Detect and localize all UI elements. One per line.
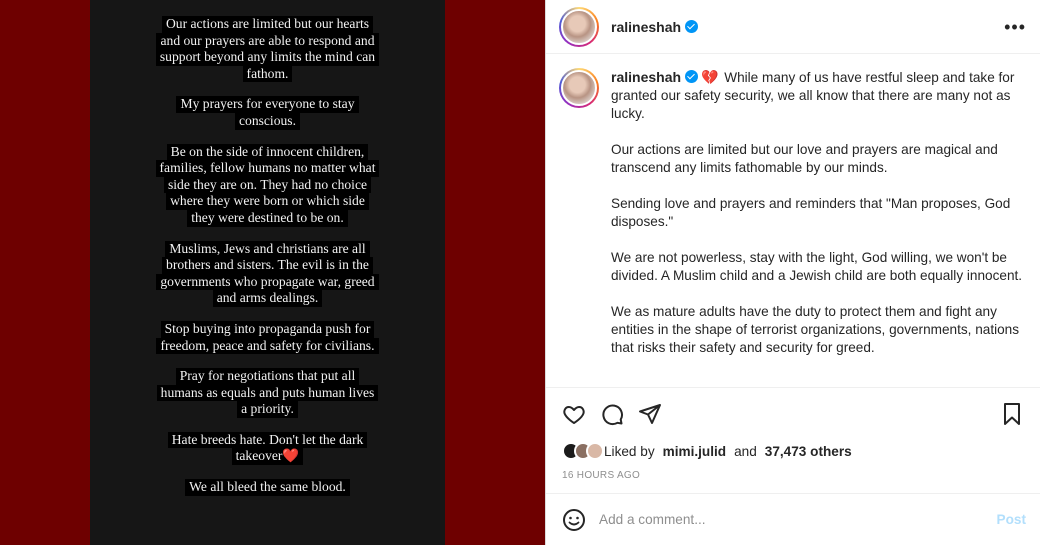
story-line: Pray for negotiations that put all [175, 368, 360, 385]
caption-text: ralineshah 💔 While many of us have restfu… [611, 68, 1027, 387]
caption: ralineshah 💔 While many of us have restfu… [546, 54, 1040, 388]
story-line: governments who propagate war, greed [156, 273, 379, 291]
story-line: support beyond any limits the mind can [155, 49, 380, 66]
header-username[interactable]: ralineshah [611, 19, 681, 35]
story-line: My prayers for everyone to stay [176, 96, 359, 113]
liker-avatars[interactable] [562, 442, 604, 460]
story-text: Our actions are limited but our hearts an… [90, 16, 445, 510]
comment-input[interactable] [599, 512, 997, 527]
post-sidebar: ralineshah ••• ralineshah 💔 While many of… [545, 0, 1040, 545]
story-line: conscious. [234, 112, 300, 130]
story-line: Our actions are limited but our hearts [161, 16, 374, 33]
broken-heart-emoji: 💔 [701, 69, 719, 85]
story-paragraph: Stop buying into propaganda push for free… [156, 320, 379, 355]
story-paragraph: My prayers for everyone to stay conscious… [176, 96, 359, 130]
verified-badge-icon [685, 70, 699, 83]
likes-prefix: Liked by [604, 443, 655, 459]
likes-joiner: and [734, 443, 757, 459]
caption-avatar[interactable] [559, 68, 599, 108]
story-line: side they are on. They had no choice [163, 176, 372, 194]
verified-badge-icon [685, 20, 699, 33]
story-line: and arms dealings. [212, 290, 323, 307]
share-send-icon[interactable] [638, 402, 662, 426]
action-bar [546, 388, 1040, 440]
caption-paragraph: We as mature adults have the duty to pro… [611, 304, 1020, 355]
likes-user-link[interactable]: mimi.julid [663, 444, 726, 459]
story-line: humans as equals and puts human lives [156, 384, 379, 402]
story-paragraph: Be on the side of innocent children, fami… [155, 143, 380, 227]
caption-username[interactable]: ralineshah [611, 69, 681, 85]
likes-row: Liked by mimi.julid and 37,473 others [546, 440, 1040, 462]
caption-paragraph: We are not powerless, stay with the ligh… [611, 250, 1023, 283]
post-timestamp[interactable]: 16 HOURS AGO [546, 462, 1040, 481]
caption-paragraph: Sending love and prayers and reminders t… [611, 196, 1011, 229]
story-line: families, fellow humans no matter what [155, 160, 380, 177]
story-line: brothers and sisters. The evil is in the [162, 257, 373, 274]
story-line: a priority. [237, 401, 298, 418]
post-header: ralineshah ••• [546, 0, 1040, 54]
story-paragraph: Hate breeds hate. Don't let the dark take… [167, 431, 368, 466]
story-line: Stop buying into propaganda push for [160, 320, 375, 338]
story-line: they were destined to be on. [187, 209, 348, 227]
post-button[interactable]: Post [997, 512, 1026, 527]
story-line: Be on the side of innocent children, [166, 143, 369, 161]
story-line: freedom, peace and safety for civilians. [156, 337, 379, 355]
more-options-icon[interactable]: ••• [1004, 18, 1026, 36]
bookmark-save-icon[interactable] [1000, 402, 1024, 426]
comment-bar: Post [546, 493, 1040, 545]
emoji-smiley-icon[interactable] [562, 508, 586, 532]
like-heart-icon[interactable] [562, 402, 586, 426]
caption-paragraph: ralineshah 💔 While many of us have restfu… [611, 68, 1027, 123]
story-paragraph: Pray for negotiations that put all humans… [156, 368, 379, 418]
story-line: We all bleed the same blood. [185, 479, 350, 496]
caption-paragraph: Our actions are limited but our love and… [611, 142, 998, 175]
story-paragraph: Muslims, Jews and christians are all brot… [156, 240, 379, 307]
story-line: takeover❤️ [231, 448, 304, 466]
story-line: where they were born or which side [166, 193, 369, 210]
comment-bubble-icon[interactable] [600, 402, 624, 426]
story-line: Hate breeds hate. Don't let the dark [167, 431, 368, 449]
likes-others-link[interactable]: 37,473 others [765, 444, 852, 459]
story-line: Muslims, Jews and christians are all [165, 240, 370, 258]
post-media[interactable]: Our actions are limited but our hearts an… [0, 0, 545, 545]
story-paragraph: We all bleed the same blood. [185, 479, 350, 496]
story-line: and our prayers are able to respond and [156, 32, 379, 50]
avatar[interactable] [559, 6, 599, 47]
story-paragraph: Our actions are limited but our hearts an… [155, 16, 380, 83]
story-line: fathom. [242, 65, 293, 83]
